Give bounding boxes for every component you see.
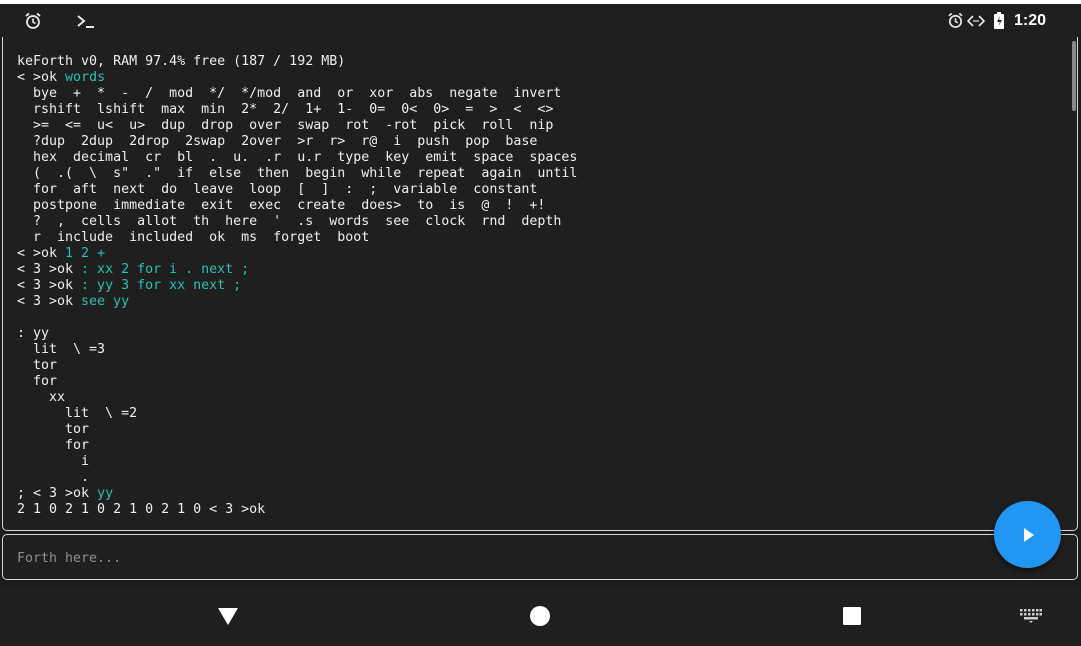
status-bar: 1:20	[0, 4, 1081, 37]
console-text: keForth v0, RAM 97.4% free (187 / 192 MB…	[17, 54, 577, 518]
console-output-text: : yy	[17, 326, 50, 341]
console-output-text: postpone immediate exit exec create does…	[17, 198, 546, 213]
console-output-text: r include included ok ms forget boot	[17, 230, 370, 245]
scrollbar[interactable]	[1072, 41, 1076, 111]
console-output-text: lit \ =3	[17, 342, 106, 357]
data-sync-icon	[966, 4, 986, 37]
keyboard-button[interactable]	[1001, 586, 1061, 646]
battery-charging-icon	[992, 4, 1006, 37]
console-output-text: ? , cells allot th here ' .s words see c…	[17, 214, 562, 229]
console-line: >= <= u< u> dup drop over swap rot -rot …	[17, 118, 577, 134]
forth-input-container	[2, 534, 1078, 581]
console-line: tor	[17, 422, 577, 438]
console-output-text: i	[17, 454, 90, 469]
status-time: 1:20	[1013, 12, 1046, 29]
console-output-text: .	[17, 470, 90, 485]
console-command: words	[65, 70, 106, 85]
console-output-text: xx	[17, 390, 66, 405]
play-icon	[1018, 525, 1038, 545]
console-output-text: rshift lshift max min 2* 2/ 1+ 1- 0= 0< …	[17, 102, 554, 117]
console-line: ; < 3 >ok yy	[17, 486, 577, 502]
console-output-text: for	[17, 438, 90, 453]
console-output-text: < 3 >ok	[17, 294, 82, 309]
console-line: < >ok 1 2 +	[17, 246, 577, 262]
console-line: for	[17, 374, 577, 390]
console-line: < 3 >ok see yy	[17, 294, 577, 310]
console-output-text: keForth v0, RAM 97.4% free (187 / 192 MB…	[17, 54, 346, 69]
console-output-text: hex decimal cr bl . u. .r u.r type key e…	[17, 150, 578, 165]
home-icon	[529, 605, 551, 627]
console-command: see yy	[81, 294, 130, 309]
console-command: yy	[97, 486, 114, 501]
console-line: ?dup 2dup 2drop 2swap 2over >r r> r@ i p…	[17, 134, 577, 150]
console-line: < 3 >ok : xx 2 for i . next ;	[17, 262, 577, 278]
console-line: hex decimal cr bl . u. .r u.r type key e…	[17, 150, 577, 166]
console-output-text: lit \ =2	[17, 406, 138, 421]
console-line: postpone immediate exit exec create does…	[17, 198, 577, 214]
console-line: : yy	[17, 326, 577, 342]
console-line: .	[17, 470, 577, 486]
back-icon	[217, 606, 239, 626]
console-command: 1 2 +	[65, 246, 106, 261]
console-output-text: < 3 >ok	[17, 278, 82, 293]
console-output-text: for	[17, 374, 58, 389]
console-output-text: ; < 3 >ok	[17, 486, 98, 501]
console-output-text: tor	[17, 358, 58, 373]
console-line: lit \ =2	[17, 406, 577, 422]
console-line: < 3 >ok : yy 3 for xx next ;	[17, 278, 577, 294]
console-line: 2 1 0 2 1 0 2 1 0 2 1 0 < 3 >ok	[17, 502, 577, 518]
console-line: ? , cells allot th here ' .s words see c…	[17, 214, 577, 230]
console-line: for aft next do leave loop [ ] : ; varia…	[17, 182, 577, 198]
console-output-text: ( .( \ s" ." if else then begin while re…	[17, 166, 578, 181]
console-output-text: bye + * - / mod */ */mod and or xor abs …	[17, 86, 562, 101]
console-line: i	[17, 454, 577, 470]
console-command: : yy 3 for xx next ;	[81, 278, 242, 293]
console-line: r include included ok ms forget boot	[17, 230, 577, 246]
console-line: xx	[17, 390, 577, 406]
console-output-text: ?dup 2dup 2drop 2swap 2over >r r> r@ i p…	[17, 134, 538, 149]
console-command: : xx 2 for i . next ;	[81, 262, 250, 277]
forth-input[interactable]	[15, 535, 979, 581]
recents-button[interactable]	[822, 586, 882, 646]
console-output[interactable]: keForth v0, RAM 97.4% free (187 / 192 MB…	[2, 37, 1078, 531]
navigation-bar	[0, 586, 1081, 646]
console-line: bye + * - / mod */ */mod and or xor abs …	[17, 86, 577, 102]
console-line: rshift lshift max min 2* 2/ 1+ 1- 0= 0< …	[17, 102, 577, 118]
console-line: ( .( \ s" ." if else then begin while re…	[17, 166, 577, 182]
console-output-text: < >ok	[17, 70, 66, 85]
run-button[interactable]	[994, 501, 1061, 568]
console-output-text: < >ok	[17, 246, 66, 261]
console-output-text: tor	[17, 422, 90, 437]
alarm-icon	[22, 4, 44, 37]
console-output-text: < 3 >ok	[17, 262, 82, 277]
console-output-text: >= <= u< u> dup drop over swap rot -rot …	[17, 118, 554, 133]
alarm-icon	[945, 4, 965, 37]
console-output-text: 2 1 0 2 1 0 2 1 0 2 1 0 < 3 >ok	[17, 502, 266, 517]
console-line: tor	[17, 358, 577, 374]
console-line: keForth v0, RAM 97.4% free (187 / 192 MB…	[17, 54, 577, 70]
console-line: < >ok words	[17, 70, 577, 86]
console-output-text: for aft next do leave loop [ ] : ; varia…	[17, 182, 538, 197]
keyboard-icon	[1020, 609, 1042, 623]
console-line: lit \ =3	[17, 342, 577, 358]
terminal-icon	[74, 4, 98, 37]
recents-icon	[843, 607, 861, 625]
back-button[interactable]	[198, 586, 258, 646]
console-line: for	[17, 438, 577, 454]
home-button[interactable]	[510, 586, 570, 646]
